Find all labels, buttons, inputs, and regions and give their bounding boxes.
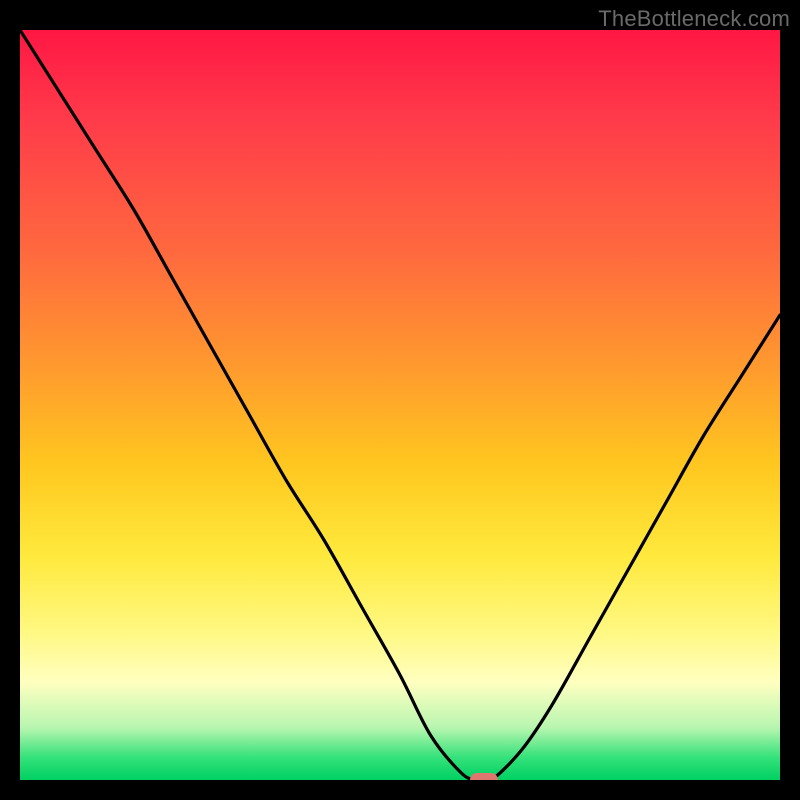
plot-area <box>20 30 780 780</box>
bottleneck-curve <box>20 30 780 780</box>
optimal-point-marker <box>470 773 498 780</box>
chart-frame: TheBottleneck.com <box>0 0 800 800</box>
watermark-text: TheBottleneck.com <box>598 6 790 32</box>
